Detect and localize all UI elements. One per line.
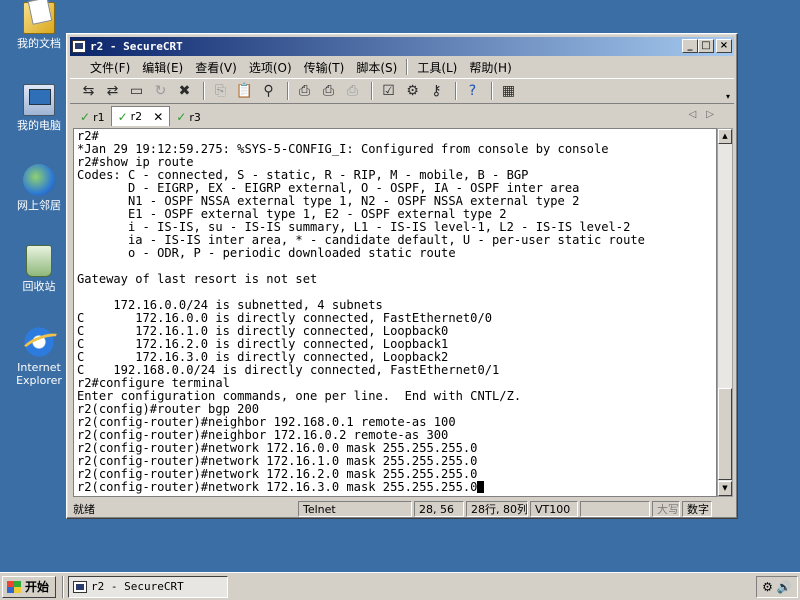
status-ready: 就绪 — [73, 503, 95, 516]
connected-check-icon: ✓ — [176, 110, 187, 124]
recycle-bin-icon — [26, 245, 52, 277]
quick-connect-icon[interactable]: ⇄ — [102, 81, 123, 101]
connect-tab-icon[interactable]: ▭ — [126, 81, 147, 101]
menu-edit[interactable]: 编辑(E) — [136, 59, 189, 76]
toolbar-separator — [203, 82, 205, 100]
tray-gear-icon[interactable]: ⚙ — [762, 580, 773, 594]
tab-label: r2 — [130, 110, 143, 123]
start-label: 开始 — [25, 580, 50, 594]
folder-icon — [23, 2, 55, 34]
taskbar-divider — [62, 575, 65, 598]
session-options-icon[interactable]: ☑ — [378, 81, 399, 101]
terminal-command-text: r2(config-router)#network 172.16.3.0 mas… — [77, 480, 478, 494]
paste-icon[interactable]: 📋 — [234, 81, 255, 101]
taskbar: 开始 r2 - SecureCRT ⚙ 🔊 — [0, 572, 800, 600]
menu-script[interactable]: 脚本(S) — [350, 59, 403, 76]
menu-separator — [406, 59, 409, 75]
key-map-icon[interactable]: ⚷ — [426, 81, 447, 101]
status-size: 28行, 80列 — [466, 501, 528, 517]
terminal-cursor — [477, 481, 485, 493]
status-num-lock: 数字 — [682, 501, 712, 517]
status-cursor-position: 28, 56 — [414, 501, 464, 517]
desktop-icon-internet-explorer[interactable]: Internet Explorer — [4, 326, 74, 387]
status-caps-lock: 大写 — [652, 501, 680, 517]
connected-check-icon: ✓ — [117, 109, 128, 124]
tray-volume-icon[interactable]: 🔊 — [777, 580, 792, 594]
maximize-button[interactable]: □ — [698, 39, 714, 53]
toolbar-overflow-icon[interactable]: ▾ — [726, 92, 730, 101]
windows-logo-icon — [7, 580, 21, 593]
window-title: r2 - SecureCRT — [90, 40, 183, 53]
toolbar-separator — [491, 82, 493, 100]
menu-help[interactable]: 帮助(H) — [463, 59, 517, 76]
internet-explorer-icon — [23, 326, 55, 358]
desktop-icon-my-computer[interactable]: 我的电脑 — [4, 84, 74, 132]
desktop-icon-network[interactable]: 网上邻居 — [4, 164, 74, 212]
find-icon[interactable]: ⚲ — [258, 81, 279, 101]
vertical-scrollbar[interactable]: ▲ ▼ — [717, 128, 733, 497]
connected-check-icon: ✓ — [80, 110, 91, 124]
status-protocol: Telnet — [298, 501, 412, 517]
tab-label: r3 — [189, 110, 201, 124]
status-emulation: VT100 — [530, 501, 578, 517]
menu-tools[interactable]: 工具(L) — [411, 59, 463, 76]
computer-icon — [23, 84, 55, 116]
tab-r2[interactable]: ✓ r2 ✕ — [110, 106, 171, 126]
menu-transfer[interactable]: 传输(T) — [298, 59, 351, 76]
reconnect-icon[interactable]: ↻ — [150, 81, 171, 101]
desktop-icon-label: Internet Explorer — [16, 361, 62, 387]
network-icon — [23, 164, 55, 196]
system-tray: ⚙ 🔊 — [756, 576, 798, 598]
tab-scroll-arrows-icon[interactable]: ◁▷ — [689, 109, 724, 120]
taskbar-item-label: r2 - SecureCRT — [91, 580, 184, 593]
status-blank — [580, 501, 650, 517]
title-bar[interactable]: r2 - SecureCRT _ □ × — [70, 37, 734, 56]
desktop-icon-recycle-bin[interactable]: 回收站 — [4, 245, 74, 293]
tab-close-icon[interactable]: ✕ — [153, 110, 163, 124]
status-bar: 就绪 Telnet 28, 56 28行, 80列 VT100 大写 数字 — [70, 500, 734, 518]
app-icon — [72, 40, 86, 53]
disconnect-icon[interactable]: ✖ — [174, 81, 195, 101]
toolbar-separator — [371, 82, 373, 100]
desktop-icon-label: 我的文档 — [17, 37, 61, 50]
desktop-icon-label: 网上邻居 — [17, 199, 61, 212]
terminal-line: Gateway of last resort is not set — [77, 272, 318, 286]
menu-bar: 文件(F) 编辑(E) 查看(V) 选项(O) 传输(T) 脚本(S) 工具(L… — [70, 57, 734, 77]
desktop-icon-label: 我的电脑 — [17, 119, 61, 132]
menu-file[interactable]: 文件(F) — [84, 59, 136, 76]
global-options-icon[interactable]: ⚙ — [402, 81, 423, 101]
minimize-button[interactable]: _ — [682, 39, 698, 53]
tab-r3[interactable]: ✓ r3 — [170, 108, 207, 126]
tab-label: r1 — [93, 110, 105, 124]
tab-r1[interactable]: ✓ r1 — [74, 108, 111, 126]
toolbar-separator — [455, 82, 457, 100]
print-icon[interactable]: ⎙ — [294, 81, 315, 101]
terminal-current-line: r2(config-router)#network 172.16.3.0 mas… — [77, 481, 716, 494]
securecrt-icon — [73, 580, 88, 593]
securecrt-window: r2 - SecureCRT _ □ × 文件(F) 编辑(E) 查看(V) 选… — [66, 33, 738, 519]
toolbar-separator — [287, 82, 289, 100]
desktop-icon-label: 回收站 — [22, 280, 56, 293]
taskbar-item-securecrt[interactable]: r2 - SecureCRT — [68, 575, 229, 598]
scroll-thumb[interactable] — [718, 388, 732, 480]
desktop-icon-my-documents[interactable]: 我的文档 — [4, 2, 74, 50]
menu-view[interactable]: 查看(V) — [189, 59, 243, 76]
toolbar: ⇆ ⇄ ▭ ↻ ✖ ⎘ 📋 ⚲ ⎙ ⎙ ⎙ ☑ ⚙ ⚷ ? ▦ ▾ — [70, 78, 734, 104]
start-button[interactable]: 开始 — [2, 575, 57, 598]
keypad-icon[interactable]: ▦ — [498, 81, 519, 101]
help-icon[interactable]: ? — [462, 81, 483, 101]
print-selection-icon[interactable]: ⎙ — [318, 81, 339, 101]
connect-icon[interactable]: ⇆ — [78, 81, 99, 101]
scroll-down-icon[interactable]: ▼ — [718, 481, 732, 496]
copy-icon[interactable]: ⎘ — [210, 81, 231, 101]
close-button[interactable]: × — [716, 39, 732, 53]
terminal-line: o - ODR, P - periodic downloaded static … — [77, 246, 456, 260]
scroll-up-icon[interactable]: ▲ — [718, 129, 732, 144]
session-tab-bar: ✓ r1 ✓ r2 ✕ ✓ r3 ◁▷ — [70, 106, 734, 126]
menu-options[interactable]: 选项(O) — [243, 59, 298, 76]
terminal-output[interactable]: r2# *Jan 29 19:12:59.275: %SYS-5-CONFIG_… — [73, 128, 717, 497]
printer-icon[interactable]: ⎙ — [342, 81, 363, 101]
